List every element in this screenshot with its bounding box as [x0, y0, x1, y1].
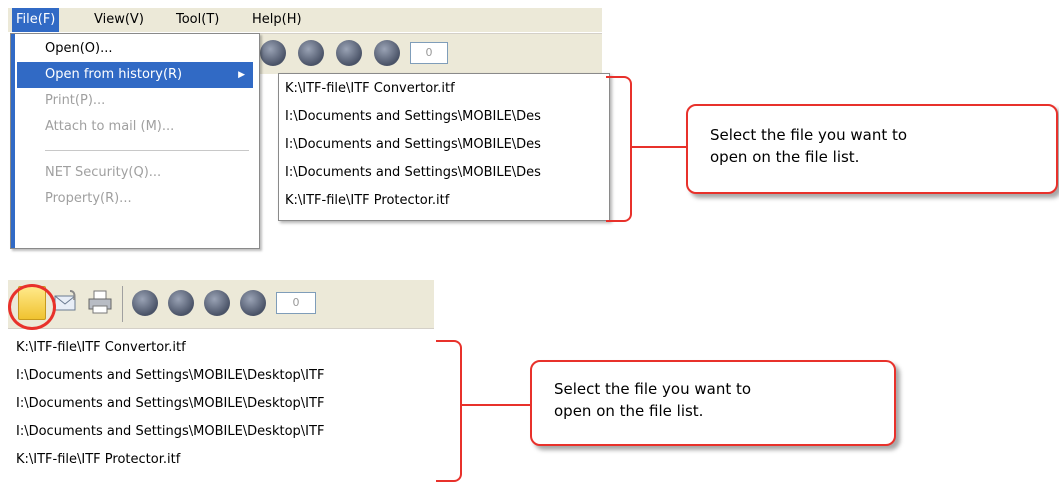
history-item[interactable]: K:\ITF-file\ITF Protector.itf — [285, 188, 449, 214]
toolbar-bottom: 0 — [8, 280, 434, 329]
menu-side-strip — [11, 34, 15, 248]
menu-bar: File(F) View(V) Tool(T) Help(H) — [8, 8, 602, 32]
menu-tool[interactable]: Tool(T) — [172, 8, 223, 32]
annotation-bracket-bottom — [436, 340, 462, 482]
file-list: K:\ITF-file\ITF Convertor.itf I:\Documen… — [8, 332, 434, 482]
previous-page-icon[interactable] — [168, 290, 194, 316]
file-list-item[interactable]: K:\ITF-file\ITF Convertor.itf — [16, 334, 186, 362]
last-page-icon[interactable] — [374, 40, 400, 66]
next-page-icon[interactable] — [204, 290, 230, 316]
callout-bottom: Select the file you want to open on the … — [530, 360, 896, 446]
page-number-input[interactable]: 0 — [410, 42, 448, 64]
history-item[interactable]: I:\Documents and Settings\MOBILE\Des — [285, 160, 541, 186]
menu-help[interactable]: Help(H) — [248, 8, 306, 32]
file-list-item[interactable]: I:\Documents and Settings\MOBILE\Desktop… — [16, 390, 324, 418]
annotation-connector-top — [632, 146, 688, 148]
toolbar-separator — [122, 286, 123, 322]
menu-item-open[interactable]: Open(O)... — [17, 36, 253, 62]
file-list-item[interactable]: I:\Documents and Settings\MOBILE\Desktop… — [16, 362, 324, 390]
next-page-icon[interactable] — [336, 40, 362, 66]
menu-item-attach-mail[interactable]: Attach to mail (M)... — [17, 114, 253, 140]
first-page-icon[interactable] — [132, 290, 158, 316]
menu-item-print[interactable]: Print(P)... — [17, 88, 253, 114]
last-page-icon[interactable] — [240, 290, 266, 316]
menu-view[interactable]: View(V) — [90, 8, 148, 32]
annotation-connector-bottom — [462, 404, 532, 406]
callout-text-line1: Select the file you want to — [554, 380, 752, 398]
file-menu-dropdown: Open(O)... Open from history(R) ▶ Print(… — [10, 33, 260, 249]
menu-item-property[interactable]: Property(R)... — [17, 186, 253, 206]
menu-file[interactable]: File(F) — [12, 8, 60, 32]
callout-text-line2: open on the file list. — [554, 402, 704, 420]
print-icon[interactable] — [86, 288, 114, 316]
file-list-item[interactable]: I:\Documents and Settings\MOBILE\Desktop… — [16, 418, 324, 446]
submenu-arrow-icon: ▶ — [238, 70, 245, 80]
callout-top: Select the file you want to open on the … — [686, 104, 1058, 194]
annotation-bracket-top — [606, 76, 632, 222]
menu-item-open-from-history[interactable]: Open from history(R) ▶ — [17, 62, 253, 88]
first-page-icon[interactable] — [260, 40, 286, 66]
history-item[interactable]: K:\ITF-file\ITF Convertor.itf — [285, 76, 455, 102]
highlight-circle — [8, 284, 56, 330]
menu-separator — [45, 150, 249, 151]
page-number-input[interactable]: 0 — [276, 292, 316, 314]
history-item[interactable]: I:\Documents and Settings\MOBILE\Des — [285, 104, 541, 130]
callout-text-line2: open on the file list. — [710, 148, 860, 166]
history-item[interactable]: I:\Documents and Settings\MOBILE\Des — [285, 132, 541, 158]
toolbar-top: 0 — [250, 33, 602, 74]
menu-item-label: Open from history(R) — [45, 67, 183, 82]
file-list-item[interactable]: K:\ITF-file\ITF Protector.itf — [16, 446, 180, 474]
menu-item-net-security[interactable]: NET Security(Q)... — [17, 160, 253, 186]
attach-mail-icon[interactable] — [52, 288, 80, 316]
history-submenu: K:\ITF-file\ITF Convertor.itf I:\Documen… — [278, 73, 610, 221]
callout-text-line1: Select the file you want to — [710, 126, 908, 144]
previous-page-icon[interactable] — [298, 40, 324, 66]
